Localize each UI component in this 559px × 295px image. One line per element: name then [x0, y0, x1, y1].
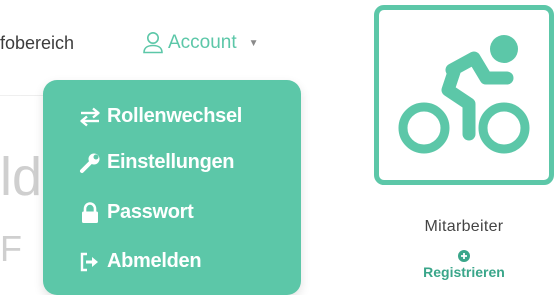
menu-item-label: Einstellungen	[107, 151, 235, 173]
company-subtitle-text: F	[0, 228, 22, 269]
swap-icon	[79, 106, 101, 128]
role-label: Mitarbeiter	[424, 218, 504, 235]
plus-circle-icon	[458, 250, 470, 262]
logout-icon	[79, 251, 101, 273]
account-menu-toggle[interactable]: Account ▼	[142, 31, 259, 55]
nav-link-infobereich[interactable]: fobereich	[0, 33, 74, 54]
account-dropdown-menu: Rollenwechsel Einstellungen Passwort Abm…	[43, 80, 301, 295]
menu-item-label: Rollenwechsel	[107, 105, 243, 127]
menu-item-passwort[interactable]: Passwort	[79, 201, 194, 224]
caret-down-icon: ▼	[248, 37, 259, 49]
role-card-mitarbeiter[interactable]	[374, 5, 554, 185]
menu-item-einstellungen[interactable]: Einstellungen	[79, 151, 235, 174]
wrench-icon	[79, 152, 101, 174]
account-label: Account	[168, 32, 237, 53]
menu-item-abmelden[interactable]: Abmelden	[79, 250, 202, 273]
lock-icon	[79, 201, 101, 224]
register-button[interactable]: Registrieren	[374, 250, 554, 280]
bicycle-rider-icon	[398, 35, 530, 154]
menu-item-rollenwechsel[interactable]: Rollenwechsel	[79, 105, 242, 128]
menu-item-label: Abmelden	[107, 250, 202, 272]
user-icon	[142, 31, 164, 55]
menu-item-label: Passwort	[107, 201, 194, 223]
register-label: Registrieren	[423, 264, 505, 280]
